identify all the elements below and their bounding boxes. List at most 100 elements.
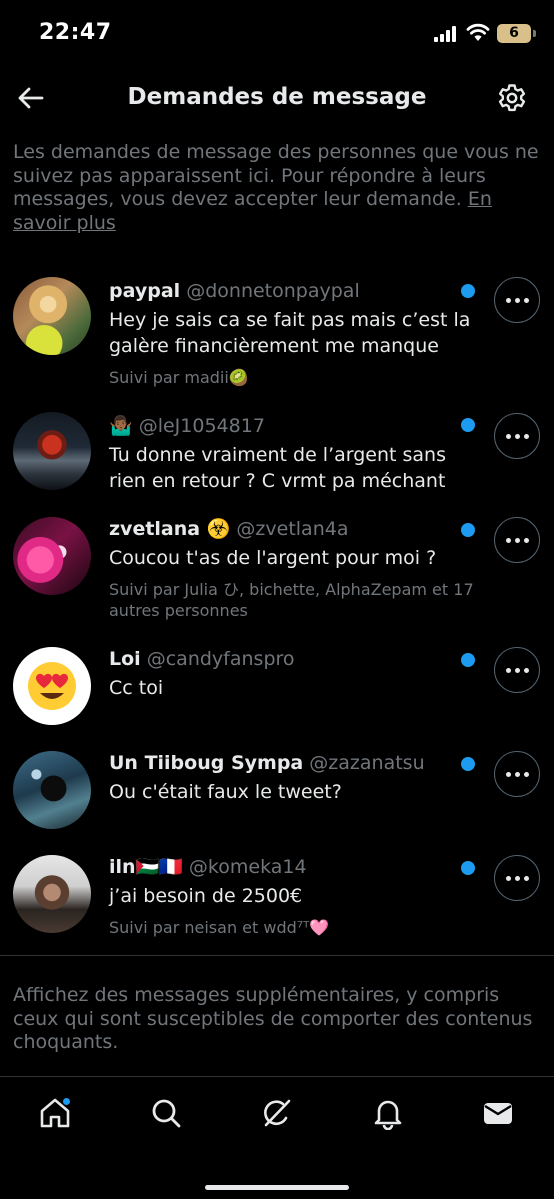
message-preview: Tu donne vraiment de l’argent sans rien … [109, 444, 446, 492]
followed-by: Suivi par madii🥝 [109, 368, 249, 387]
avatar[interactable] [13, 855, 91, 933]
message-body: paypal @donnetonpaypal Hey je sais ca se… [109, 279, 479, 388]
dot-icon [514, 771, 520, 777]
battery-icon: 6 [497, 24, 531, 43]
avatar[interactable] [13, 751, 91, 829]
dot-icon [505, 771, 511, 777]
dot-icon [505, 667, 511, 673]
dot-icon [514, 433, 520, 439]
unread-indicator [461, 523, 475, 537]
bottom-tab-bar [0, 1076, 554, 1199]
message-request-row[interactable]: iln🇵🇸🇫🇷 @komeka14 j’ai besoin de 2500€ S… [0, 855, 554, 945]
dot-icon [523, 875, 529, 881]
message-preview: Coucou t'as de l'argent pour moi ? [109, 547, 437, 569]
message-request-row[interactable]: 🤷🏾‍♂️ @leJ1054817 Tu donne vraiment de l… [0, 412, 554, 507]
message-request-row[interactable]: Un Tiiboug Sympa @zazanatsu Ou c'était f… [0, 751, 554, 836]
display-name: 🤷🏾‍♂️ [109, 415, 133, 437]
message-preview: Ou c'était faux le tweet? [109, 781, 342, 803]
dot-icon [505, 433, 511, 439]
dot-icon [514, 875, 520, 881]
handle: @zvetlan4a [236, 518, 349, 540]
avatar[interactable] [13, 647, 91, 725]
dot-icon [523, 297, 529, 303]
message-request-row[interactable]: Loi @candyfanspro Cc toi [0, 647, 554, 732]
tab-grok[interactable] [257, 1093, 297, 1133]
dot-icon [523, 771, 529, 777]
handle: @zazanatsu [309, 752, 425, 774]
dot-icon [514, 537, 520, 543]
message-body: Loi @candyfanspro Cc toi [109, 647, 479, 701]
more-options-button[interactable] [494, 413, 540, 459]
message-request-row[interactable]: zvetlana ☣️ @zvetlan4a Coucou t'as de l'… [0, 517, 554, 637]
handle: @donnetonpaypal [186, 280, 360, 302]
name-line: iln🇵🇸🇫🇷 @komeka14 [109, 855, 479, 879]
dot-icon [523, 667, 529, 673]
wifi-icon [466, 23, 490, 41]
grok-icon [264, 1099, 291, 1127]
message-preview: Cc toi [109, 677, 164, 699]
message-preview: Hey je sais ca se fait pas mais c’est la… [109, 309, 471, 357]
status-bar: 22:47 6 [0, 0, 554, 66]
bell-icon [374, 1100, 402, 1130]
name-line: paypal @donnetonpaypal [109, 279, 479, 303]
followed-by: Suivi par neisan et wdd⁷ᵀ🩷 [109, 918, 330, 937]
unread-indicator [461, 757, 475, 771]
name-line: 🤷🏾‍♂️ @leJ1054817 [109, 414, 479, 438]
tab-search[interactable] [146, 1093, 186, 1133]
unread-indicator [461, 653, 475, 667]
dot-icon [514, 667, 520, 673]
display-name: zvetlana ☣️ [109, 518, 231, 540]
message-body: Un Tiiboug Sympa @zazanatsu Ou c'était f… [109, 751, 479, 805]
message-preview: j’ai besoin de 2500€ [109, 885, 303, 907]
message-body: iln🇵🇸🇫🇷 @komeka14 j’ai besoin de 2500€ S… [109, 855, 479, 938]
avatar[interactable] [13, 277, 91, 355]
display-name: Un Tiiboug Sympa [109, 752, 304, 774]
info-description: Les demandes de message des personnes qu… [13, 141, 539, 210]
divider [0, 955, 554, 956]
header: Demandes de message [0, 66, 554, 132]
battery-level: 6 [509, 25, 519, 41]
more-options-button[interactable] [494, 517, 540, 563]
message-body: zvetlana ☣️ @zvetlan4a Coucou t'as de l'… [109, 517, 479, 621]
signal-icon [434, 26, 460, 42]
dot-icon [523, 537, 529, 543]
tab-home[interactable] [35, 1093, 75, 1133]
dot-icon [505, 297, 511, 303]
name-line: zvetlana ☣️ @zvetlan4a [109, 517, 479, 541]
name-line: Un Tiiboug Sympa @zazanatsu [109, 751, 479, 775]
more-options-button[interactable] [494, 855, 540, 901]
avatar[interactable] [13, 517, 91, 595]
message-request-row[interactable]: paypal @donnetonpaypal Hey je sais ca se… [0, 277, 554, 397]
tab-messages[interactable] [478, 1093, 518, 1133]
name-line: Loi @candyfanspro [109, 647, 479, 671]
more-options-button[interactable] [494, 647, 540, 693]
mail-icon [484, 1103, 512, 1124]
display-name: paypal [109, 280, 181, 302]
message-body: 🤷🏾‍♂️ @leJ1054817 Tu donne vraiment de l… [109, 414, 479, 494]
more-options-button[interactable] [494, 277, 540, 323]
unread-indicator [461, 284, 475, 298]
unread-indicator [461, 418, 475, 432]
page-title: Demandes de message [127, 84, 427, 110]
notification-badge [62, 1097, 71, 1106]
followed-by: Suivi par Julia ひ, bichette, AlphaZepam … [109, 580, 474, 620]
status-time: 22:47 [39, 20, 112, 45]
dot-icon [505, 537, 511, 543]
handle: @candyfanspro [146, 648, 295, 670]
info-text: Les demandes de message des personnes qu… [13, 141, 543, 235]
tab-notifications[interactable] [368, 1093, 408, 1133]
handle: @komeka14 [188, 856, 307, 878]
display-name: iln🇵🇸🇫🇷 [109, 856, 183, 878]
show-more-messages[interactable]: Affichez des messages supplémentaires, y… [13, 984, 543, 1055]
settings-button[interactable] [494, 80, 530, 116]
more-options-button[interactable] [494, 751, 540, 797]
display-name: Loi [109, 648, 141, 670]
dot-icon [514, 297, 520, 303]
heart-eyes-emoji-icon [28, 662, 76, 710]
dot-icon [505, 875, 511, 881]
dot-icon [523, 433, 529, 439]
unread-indicator [461, 861, 475, 875]
avatar[interactable] [13, 412, 91, 490]
search-icon [152, 1099, 181, 1128]
battery-tip [533, 30, 536, 37]
